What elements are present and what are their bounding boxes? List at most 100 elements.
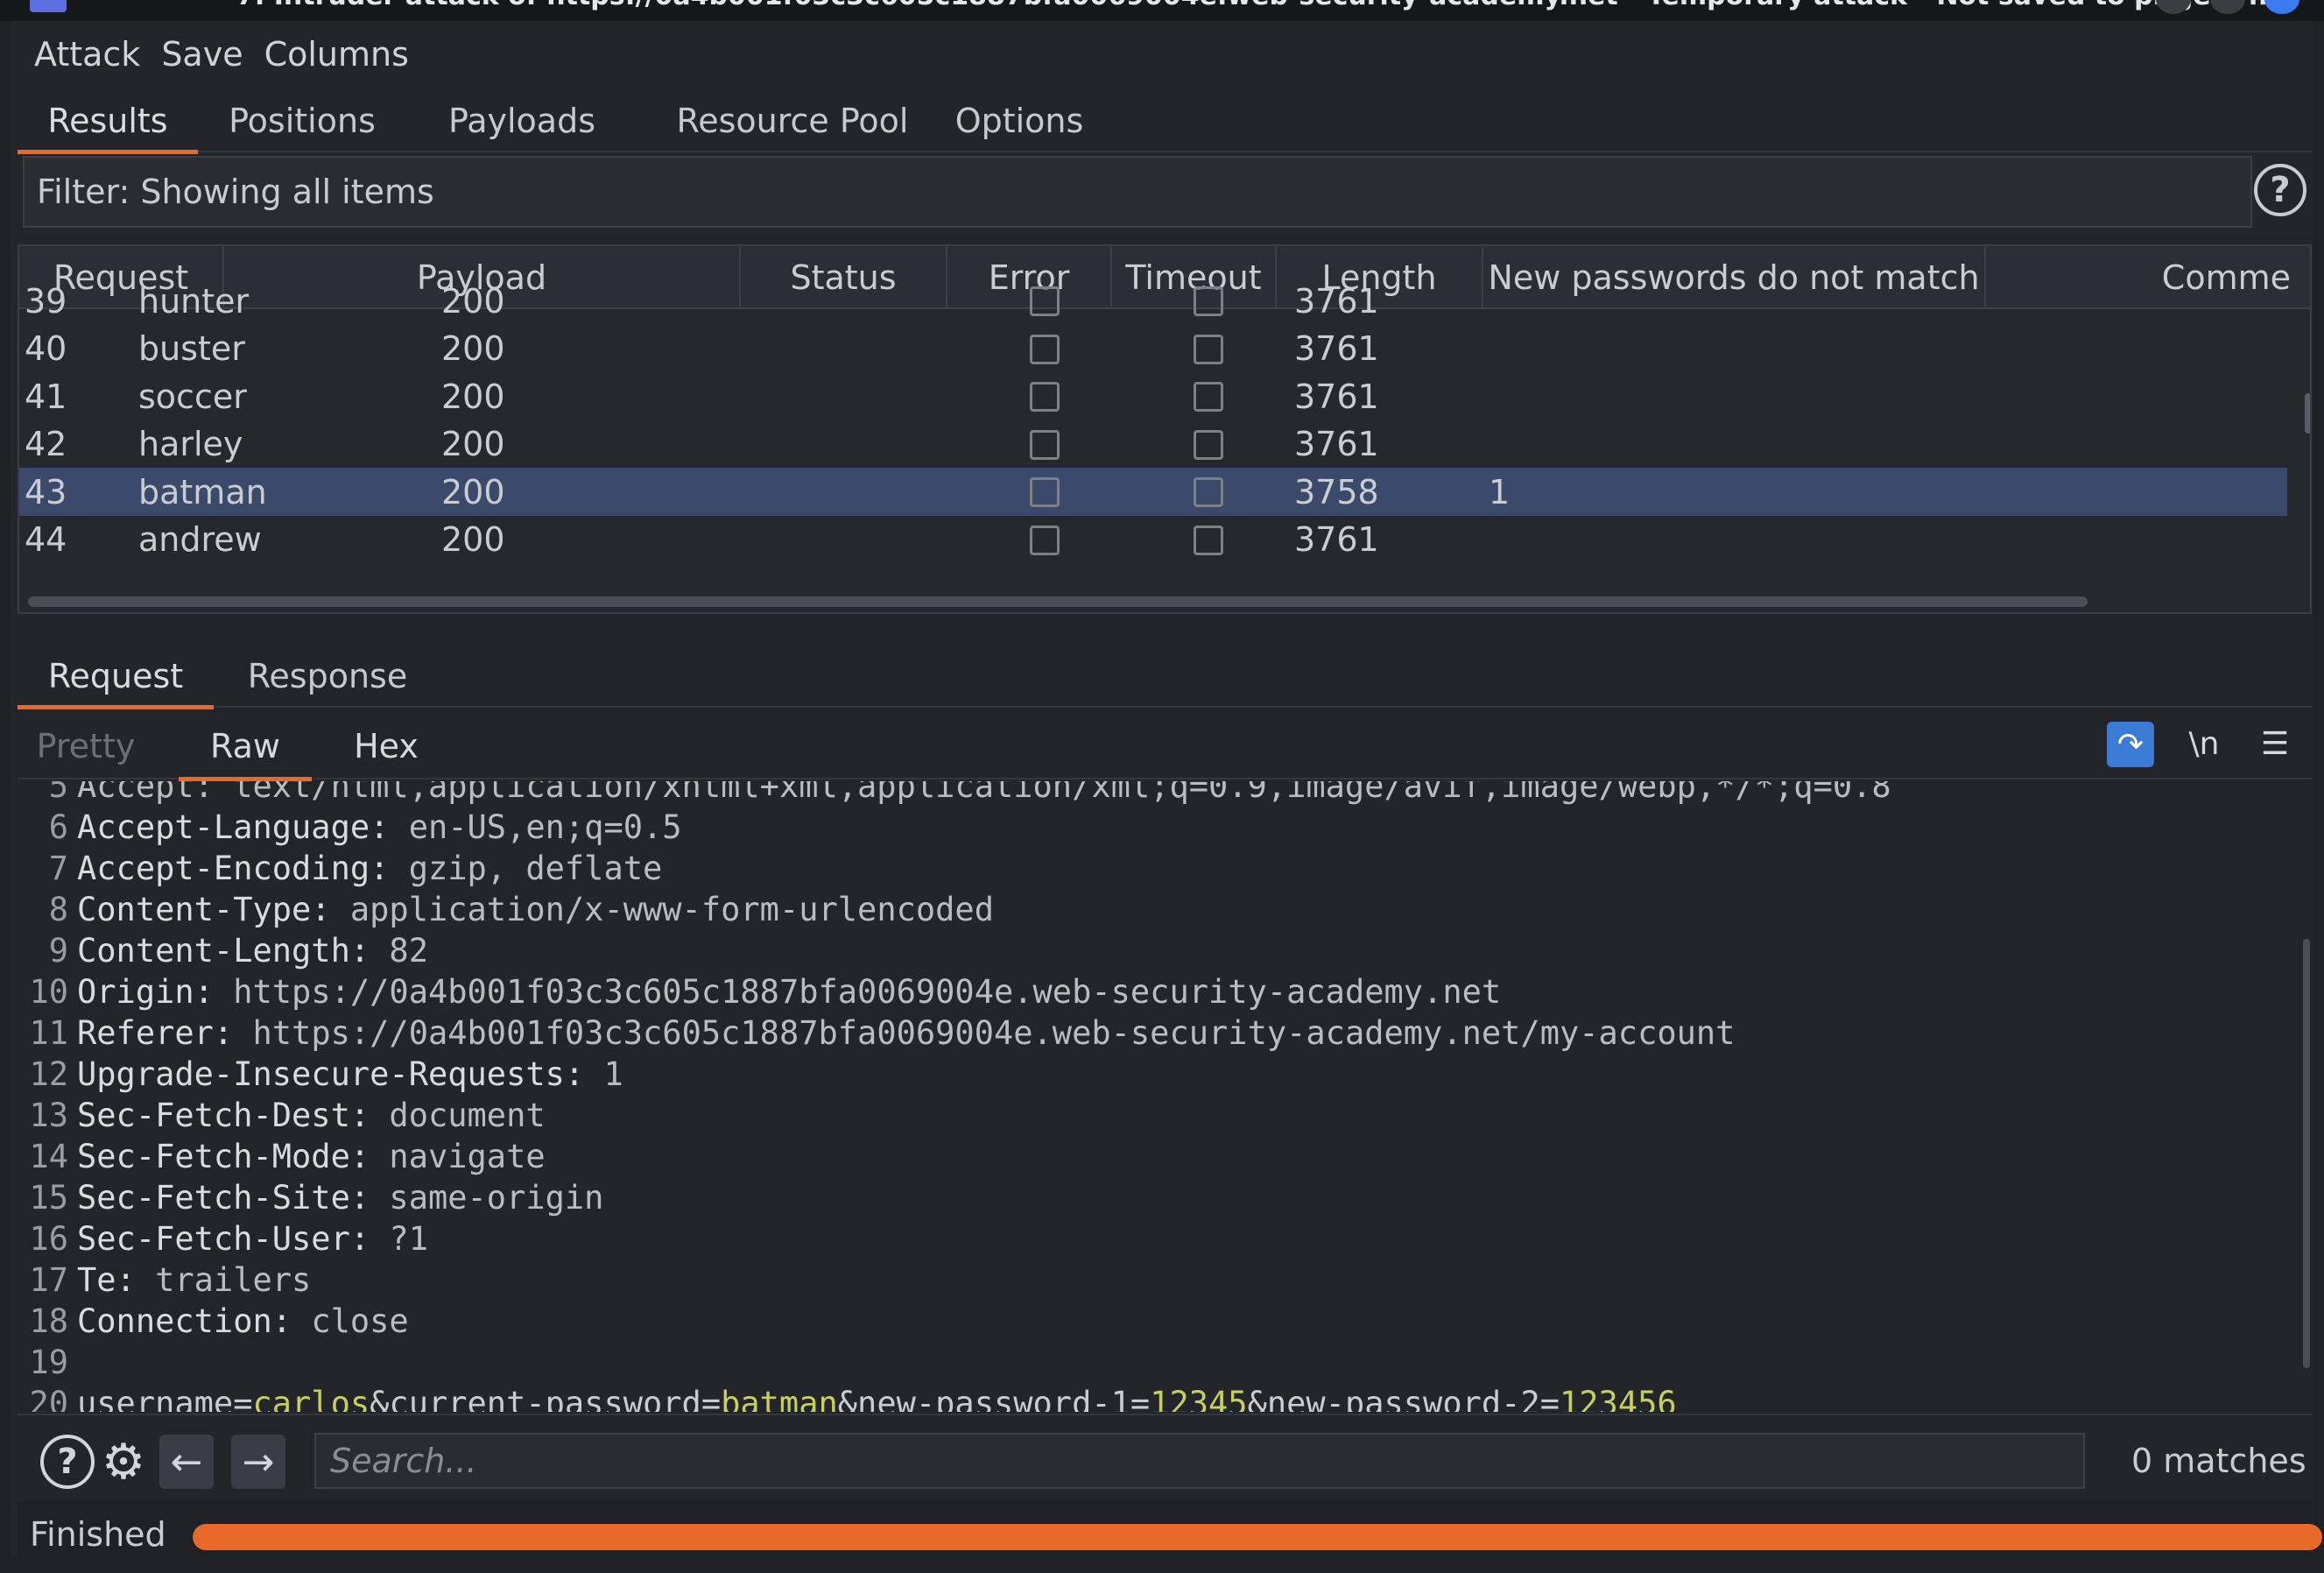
tab-raw[interactable]: Raw [179,713,312,781]
cell-error-checkbox [1030,382,1060,412]
show-newlines-button[interactable]: \n [2182,722,2226,765]
editor-line: 14 Sec-Fetch-Mode: navigate [18,1136,2294,1177]
previous-match-icon[interactable]: ← [159,1435,214,1489]
status-text: Finished [30,1515,166,1554]
header-value: https://0a4b001f03c3c605c1887bfa0069004e… [213,973,1502,1011]
partial-line-text: Accept: text/html,application/xhtml+xml,… [77,781,1891,805]
table-row[interactable]: 41 soccer 200 3761 [19,372,2287,420]
header-name: Sec-Fetch-Dest: [77,1097,370,1134]
header-name: Accept-Language: [77,808,390,846]
tab-response[interactable]: Response [231,645,424,708]
table-vertical-scrollbar[interactable] [2305,393,2310,434]
tab-pretty[interactable]: Pretty [30,713,142,779]
editor-vertical-scrollbar[interactable] [2303,939,2310,1368]
editor-line: 10 Origin: https://0a4b001f03c3c605c1887b… [18,971,2294,1012]
line-number: 20 [29,1385,68,1412]
cell-status: 200 [441,520,505,559]
cell-error-checkbox [1030,525,1060,555]
line-number: 14 [29,1138,68,1175]
header-value: ?1 [370,1220,428,1258]
status-bar: Finished [18,1501,2322,1573]
header-value: 82 [370,932,428,970]
progress-fill [193,1524,2322,1550]
help-icon[interactable]: ? [40,1435,95,1489]
maximize-button[interactable] [2210,0,2245,14]
header-name: Sec-Fetch-Mode: [77,1138,370,1175]
results-filter-bar[interactable]: Filter: Showing all items [23,156,2252,228]
header-name: Referer: [77,1014,234,1052]
search-bar: ? ⚙ ← → 0 matches [18,1414,2312,1498]
tab-hex[interactable]: Hex [342,713,431,779]
body-param-value: 123456 [1560,1385,1677,1412]
cell-status: 200 [441,425,505,463]
cell-payload: hunter [138,281,250,321]
view-tabs: Pretty Raw Hex [18,713,2312,781]
cell-status: 200 [441,472,505,511]
cell-length: 3761 [1294,377,1379,416]
menu-columns[interactable]: Columns [264,35,409,74]
hamburger-menu-icon[interactable]: ☰ [2254,722,2296,765]
intruder-attack-window: Attack Save Columns Results Positions Pa… [11,21,2322,1573]
cell-timeout-checkbox [1194,286,1223,316]
tab-positions[interactable]: Positions [221,89,384,152]
cell-request: 41 [25,377,67,416]
table-row[interactable]: 44 andrew 200 3761 [19,516,2287,564]
table-row[interactable]: 43 batman 200 3758 1 [19,468,2287,516]
editor-line: 16 Sec-Fetch-User: ?1 [18,1218,2294,1259]
menu-attack[interactable]: Attack [34,35,140,74]
gear-icon[interactable]: ⚙ [96,1434,151,1491]
body-param-value: 12345 [1150,1385,1248,1412]
table-row[interactable]: 40 buster 200 3761 [19,325,2287,373]
window-title: 7. Intruder attack of https://0a4b001f03… [236,0,2294,11]
editor-line: 11 Referer: https://0a4b001f03c3c605c1887… [18,1012,2294,1054]
editor-line: 9 Content-Length: 82 [18,930,2294,971]
tab-options[interactable]: Options [949,89,1089,152]
minimize-button[interactable] [2156,0,2191,14]
tab-payloads[interactable]: Payloads [440,89,603,152]
line-number: 17 [29,1261,68,1299]
close-button[interactable] [2264,0,2299,14]
line-number: 6 [48,808,68,846]
editor-line: 17 Te: trailers [18,1259,2294,1301]
cell-timeout-checkbox [1194,382,1223,412]
body-param-key: username= [77,1385,253,1412]
burp-logo-icon [30,0,67,12]
line-number: 13 [29,1097,68,1134]
menu-bar: Attack Save Columns [11,28,430,81]
header-value: close [292,1302,409,1340]
request-body-line: 20 username= carlos &current-password= batma… [18,1383,2294,1412]
tab-request[interactable]: Request [18,645,214,709]
header-value: navigate [370,1138,546,1175]
tab-results[interactable]: Results [18,89,198,154]
editor-line: 7 Accept-Encoding: gzip, deflate [18,848,2294,889]
line-number: 12 [29,1055,68,1093]
line-number: 11 [29,1014,68,1052]
menu-save[interactable]: Save [161,35,243,74]
table-row[interactable]: 39 hunter 200 3761 [19,277,2287,325]
next-match-icon[interactable]: → [231,1435,285,1489]
header-name: Connection: [77,1302,292,1340]
editor-line: 8 Content-Type: application/x-www-form-ur… [18,889,2294,930]
word-wrap-icon[interactable]: ↷ [2107,722,2154,767]
cell-new-passwords-do-not-match: 1 [1489,472,1511,511]
editor-line: 19 [18,1342,2294,1383]
cell-error-checkbox [1030,477,1060,507]
search-input[interactable] [314,1433,2085,1489]
filter-help-icon[interactable]: ? [2254,164,2306,216]
raw-request-editor[interactable]: 5 Accept: text/html,application/xhtml+xml… [18,781,2312,1412]
tab-resource-pool[interactable]: Resource Pool [661,89,924,152]
cell-payload: buster [138,329,245,368]
filter-text: Filter: Showing all items [37,173,434,211]
table-row[interactable]: 42 harley 200 3761 [19,420,2287,469]
header-value: application/x-www-form-urlencoded [330,891,994,928]
cell-error-checkbox [1030,429,1060,460]
cell-timeout-checkbox [1194,334,1223,364]
cell-status: 200 [441,329,505,368]
line-number: 19 [29,1344,68,1381]
message-tabs: Request Response [18,645,2312,709]
header-name: Sec-Fetch-User: [77,1220,370,1258]
title-bar: 7. Intruder attack of https://0a4b001f03… [0,0,2324,21]
header-name: Origin: [77,973,214,1011]
cell-payload: andrew [138,520,262,559]
table-horizontal-scrollbar[interactable] [28,596,2088,607]
